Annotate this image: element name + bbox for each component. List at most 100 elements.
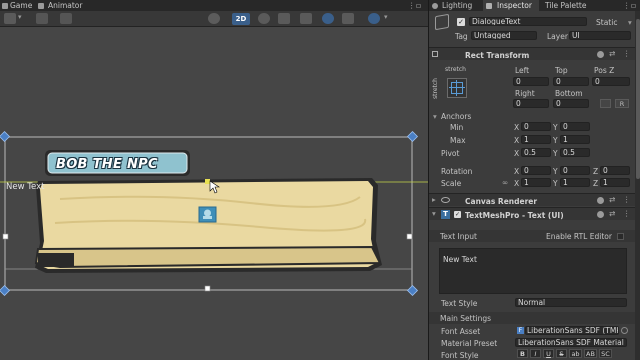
- maximize-icon[interactable]: ▫: [631, 0, 636, 11]
- gizmos-icon[interactable]: [368, 13, 380, 24]
- 2d-mode-button[interactable]: 2D: [232, 13, 250, 25]
- tab-tile-palette[interactable]: Tile Palette: [545, 0, 587, 11]
- pivot-x-field[interactable]: 0.5: [521, 148, 551, 157]
- scene-toolbar: ▾ 2D ▾: [0, 11, 428, 27]
- shading-mode-icon[interactable]: [208, 13, 220, 24]
- component-menu-icon[interactable]: ⋮: [623, 209, 631, 218]
- help-icon[interactable]: [597, 211, 604, 218]
- text-input-area[interactable]: New Text: [439, 248, 627, 294]
- axis-x-label: X: [514, 123, 520, 132]
- raw-edit-button[interactable]: R: [615, 99, 629, 108]
- rotation-y-field[interactable]: 0: [560, 166, 590, 175]
- bottom-field[interactable]: 0: [553, 99, 589, 108]
- tab-inspector-label: Inspector: [497, 1, 532, 10]
- anchor-top-right: [406, 130, 419, 143]
- preset-icon[interactable]: ⇄: [609, 209, 615, 218]
- help-icon[interactable]: [597, 197, 604, 204]
- foldout-icon[interactable]: ▾: [432, 209, 436, 218]
- canvas-renderer-header[interactable]: ▸ Canvas Renderer ⇄ ⋮: [429, 193, 635, 206]
- anchors-foldout-icon[interactable]: ▾: [433, 112, 437, 121]
- constrain-scale-icon[interactable]: ∞: [502, 178, 508, 187]
- lighting-toggle-icon[interactable]: [258, 13, 270, 24]
- overlay-text-label: New Text: [6, 182, 45, 192]
- preset-icon[interactable]: ⇄: [609, 49, 615, 58]
- effects-toggle-icon[interactable]: [300, 13, 312, 24]
- tab-lighting[interactable]: Lighting: [442, 0, 472, 11]
- layer-dropdown[interactable]: UI: [569, 31, 631, 40]
- tag-label: Tag: [455, 32, 468, 41]
- rtl-checkbox[interactable]: [617, 233, 624, 240]
- npc-name-text: BOB THE NPC: [56, 157, 158, 172]
- rect-transform-header[interactable]: Rect Transform ⇄ ⋮: [429, 47, 635, 60]
- foldout-icon[interactable]: ▸: [432, 195, 436, 204]
- italic-button[interactable]: I: [530, 349, 541, 358]
- axis-y-label: Y: [553, 136, 558, 145]
- gizmos-dropdown-icon[interactable]: ▾: [384, 13, 390, 24]
- axis-x-label: X: [514, 136, 520, 145]
- rect-transform-icon: [432, 51, 438, 57]
- object-picker-icon[interactable]: [621, 327, 628, 334]
- audio-toggle-icon[interactable]: [278, 13, 290, 24]
- uppercase-button[interactable]: AB: [584, 349, 597, 358]
- anchor-min-y-field[interactable]: 0: [560, 122, 590, 131]
- anchor-preset-button[interactable]: [447, 78, 467, 98]
- increment-snap-icon[interactable]: [60, 13, 72, 24]
- font-asset-label: Font Asset: [441, 327, 481, 336]
- material-preset-label: Material Preset: [441, 339, 498, 348]
- maximize-icon[interactable]: ▫: [416, 0, 421, 11]
- component-menu-icon[interactable]: ⋮: [623, 49, 631, 58]
- bold-button[interactable]: B: [517, 349, 528, 358]
- grid-snap-icon[interactable]: [36, 13, 48, 24]
- scale-z-field[interactable]: 1: [600, 178, 630, 187]
- draw-mode-icon[interactable]: [4, 13, 16, 24]
- textmeshpro-header[interactable]: ▾ T ✓ TextMeshPro - Text (UI) ⇄ ⋮: [429, 207, 635, 220]
- pivot-y-field[interactable]: 0.5: [560, 148, 590, 157]
- underline-button[interactable]: U: [543, 349, 554, 358]
- anchors-label: Anchors: [441, 112, 472, 121]
- scene-tab-bar: Game Animator ⋮ ▫: [0, 0, 428, 11]
- scale-x-field[interactable]: 1: [521, 178, 551, 187]
- component-menu-icon[interactable]: ⋮: [623, 195, 631, 204]
- active-checkbox[interactable]: ✓: [457, 18, 465, 26]
- scrollbar-thumb[interactable]: [636, 19, 640, 179]
- axis-y-label: Y: [553, 167, 558, 176]
- object-name-field[interactable]: DialogueText: [469, 17, 587, 26]
- left-field[interactable]: 0: [513, 77, 549, 86]
- smallcaps-button[interactable]: SC: [599, 349, 612, 358]
- text-style-dropdown[interactable]: Normal: [515, 298, 627, 307]
- inspector-scrollbar[interactable]: [635, 11, 640, 360]
- posz-field[interactable]: 0: [592, 77, 630, 86]
- help-icon[interactable]: [597, 51, 604, 58]
- anchor-max-x-field[interactable]: 1: [521, 135, 551, 144]
- scale-y-field[interactable]: 1: [560, 178, 590, 187]
- tab-game[interactable]: Game: [10, 0, 32, 11]
- scene-canvas[interactable]: [0, 27, 428, 360]
- scene-view[interactable]: Game Animator ⋮ ▫ ▾ 2D ▾ BOB THE NPC New…: [0, 0, 428, 360]
- anchor-max-y-field[interactable]: 1: [560, 135, 590, 144]
- preset-icon[interactable]: ⇄: [609, 195, 615, 204]
- rotation-z-field[interactable]: 0: [600, 166, 630, 175]
- top-field[interactable]: 0: [553, 77, 589, 86]
- tab-animator[interactable]: Animator: [48, 0, 82, 11]
- tag-dropdown[interactable]: Untagged: [471, 31, 537, 40]
- anchor-min-x-field[interactable]: 0: [521, 122, 551, 131]
- lowercase-button[interactable]: ab: [569, 349, 582, 358]
- strikethrough-button[interactable]: S: [556, 349, 567, 358]
- more-options-icon[interactable]: ⋮: [408, 0, 416, 11]
- component-enabled-checkbox[interactable]: ✓: [454, 211, 461, 218]
- handle-right: [406, 233, 413, 240]
- anchor-bottom-left: [0, 284, 11, 297]
- blueprint-mode-button[interactable]: [600, 99, 611, 108]
- font-asset-field[interactable]: LiberationSans SDF (TMP_): [525, 326, 619, 335]
- hidden-objects-icon[interactable]: [322, 13, 334, 24]
- anchor-bottom-right: [406, 284, 419, 297]
- more-options-icon[interactable]: ⋮: [623, 0, 631, 11]
- chevron-down-icon[interactable]: ▾: [18, 13, 24, 24]
- axis-y-label: Y: [553, 123, 558, 132]
- static-dropdown-icon[interactable]: ▾: [628, 18, 632, 27]
- textmeshpro-icon: T: [441, 210, 450, 219]
- right-field[interactable]: 0: [513, 99, 549, 108]
- material-preset-dropdown[interactable]: LiberationSans SDF Material: [515, 338, 627, 347]
- rotation-x-field[interactable]: 0: [521, 166, 551, 175]
- camera-settings-icon[interactable]: [342, 13, 354, 24]
